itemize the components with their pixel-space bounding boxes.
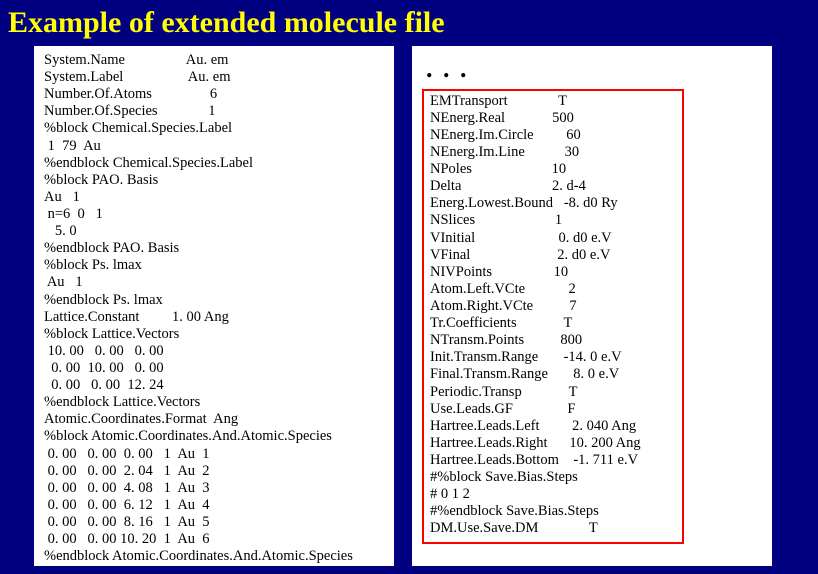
code-line: 0. 00 0. 00 12. 24	[44, 377, 384, 394]
code-line: NEnerg.Im.Circle 60	[430, 127, 676, 144]
code-line: EMTransport T	[430, 93, 676, 110]
code-line: Tr.Coefficients T	[430, 315, 676, 332]
code-line: VFinal 2. d0 e.V	[430, 247, 676, 264]
code-line: #%endblock Save.Bias.Steps	[430, 503, 676, 520]
code-line: 0. 00 0. 00 10. 20 1 Au 6	[44, 531, 384, 548]
code-line: %endblock Ps. lmax	[44, 292, 384, 309]
code-line: %endblock PAO. Basis	[44, 240, 384, 257]
code-line: Periodic.Transp T	[430, 384, 676, 401]
code-line: Au 1	[44, 274, 384, 291]
left-code-panel: System.Name Au. emSystem.Label Au. emNum…	[34, 46, 394, 566]
code-line: Init.Transm.Range -14. 0 e.V	[430, 349, 676, 366]
code-line: Hartree.Leads.Right 10. 200 Ang	[430, 435, 676, 452]
code-line: System.Label Au. em	[44, 69, 384, 86]
code-line: 0. 00 0. 00 6. 12 1 Au 4	[44, 497, 384, 514]
code-line: %endblock Chemical.Species.Label	[44, 155, 384, 172]
highlighted-block: EMTransport TNEnerg.Real 500NEnerg.Im.Ci…	[422, 89, 684, 544]
code-line: %block Lattice.Vectors	[44, 326, 384, 343]
code-line: %block Chemical.Species.Label	[44, 120, 384, 137]
code-line: 0. 00 0. 00 8. 16 1 Au 5	[44, 514, 384, 531]
code-line: 0. 00 0. 00 4. 08 1 Au 3	[44, 480, 384, 497]
code-line: NTransm.Points 800	[430, 332, 676, 349]
code-line: #%block Save.Bias.Steps	[430, 469, 676, 486]
code-line: 0. 00 0. 00 0. 00 1 Au 1	[44, 446, 384, 463]
ellipsis-text: . . .	[422, 52, 762, 89]
code-line: Energ.Lowest.Bound -8. d0 Ry	[430, 195, 676, 212]
code-line: Use.Leads.GF F	[430, 401, 676, 418]
code-line: Final.Transm.Range 8. 0 e.V	[430, 366, 676, 383]
code-line: Hartree.Leads.Left 2. 040 Ang	[430, 418, 676, 435]
code-line: Atom.Left.VCte 2	[430, 281, 676, 298]
code-line: VInitial 0. d0 e.V	[430, 230, 676, 247]
panels-container: System.Name Au. emSystem.Label Au. emNum…	[0, 44, 818, 574]
code-line: DM.Use.Save.DM T	[430, 520, 676, 537]
code-line: %block Ps. lmax	[44, 257, 384, 274]
code-line: 0. 00 10. 00 0. 00	[44, 360, 384, 377]
code-line: 10. 00 0. 00 0. 00	[44, 343, 384, 360]
code-line: Delta 2. d-4	[430, 178, 676, 195]
code-line: NPoles 10	[430, 161, 676, 178]
code-line: Number.Of.Atoms 6	[44, 86, 384, 103]
code-line: 5. 0	[44, 223, 384, 240]
code-line: %block Atomic.Coordinates.And.Atomic.Spe…	[44, 428, 384, 445]
code-line: Number.Of.Species 1	[44, 103, 384, 120]
code-line: # 0 1 2	[430, 486, 676, 503]
code-line: System.Name Au. em	[44, 52, 384, 69]
code-line: NEnerg.Real 500	[430, 110, 676, 127]
code-line: Au 1	[44, 189, 384, 206]
code-line: Atom.Right.VCte 7	[430, 298, 676, 315]
slide-title: Example of extended molecule file	[0, 0, 818, 44]
right-code-panel: . . . EMTransport TNEnerg.Real 500NEnerg…	[412, 46, 772, 566]
code-line: %endblock Lattice.Vectors	[44, 394, 384, 411]
code-line: Atomic.Coordinates.Format Ang	[44, 411, 384, 428]
code-line: NIVPoints 10	[430, 264, 676, 281]
code-line: NEnerg.Im.Line 30	[430, 144, 676, 161]
code-line: Hartree.Leads.Bottom -1. 711 e.V	[430, 452, 676, 469]
code-line: 1 79 Au	[44, 138, 384, 155]
code-line: 0. 00 0. 00 2. 04 1 Au 2	[44, 463, 384, 480]
code-line: n=6 0 1	[44, 206, 384, 223]
code-line: NSlices 1	[430, 212, 676, 229]
code-line: %block PAO. Basis	[44, 172, 384, 189]
code-line: Lattice.Constant 1. 00 Ang	[44, 309, 384, 326]
code-line: %endblock Atomic.Coordinates.And.Atomic.…	[44, 548, 384, 565]
